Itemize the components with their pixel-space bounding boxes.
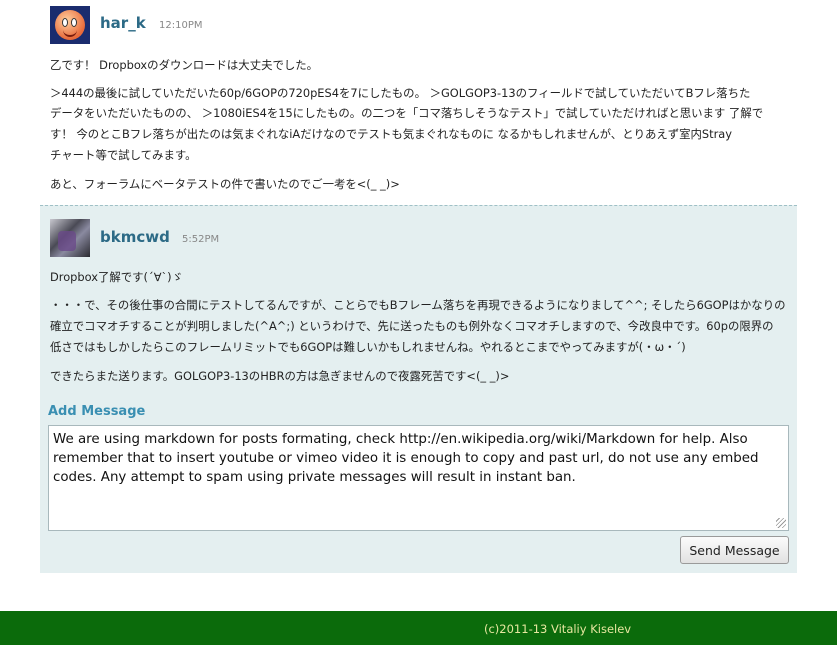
message-text: す！ 今のとこBフレ落ちが出たのは気まぐれなiAだけなのでテストも気まぐれなもの…	[50, 127, 733, 141]
message-bkmcwd: bkmcwd 5:52PM Dropbox了解です(´∀`)ゞ ・・・で、その後…	[40, 205, 797, 398]
resize-grip-icon[interactable]	[776, 518, 786, 528]
smiley-icon	[55, 10, 85, 40]
message-text: ・・・で、その後仕事の合間にテストしてるんですが、ことらでもBフレーム落ちを再現…	[50, 298, 786, 312]
timestamp: 12:10PM	[159, 20, 203, 31]
message-text: ＞444の最後に試していただいた60p/6GOPの720pES4を7にしたもの。…	[50, 86, 751, 100]
message-text: 確立でコマオチすることが判明しました(^A^;) というわけで、先に送ったものも…	[50, 319, 774, 333]
username[interactable]: har_k	[100, 14, 146, 32]
message-text: あと、フォーラムにベータテストの件で書いたのでご一考を<(_ _)>	[50, 177, 400, 191]
message-text: データをいただいたものの、 ＞1080iES4を15にしたもの。の二つを「コマ落…	[50, 106, 764, 120]
message-text: 乙です！ Dropboxのダウンロードは大丈夫でした。	[50, 58, 319, 72]
message-text: 低さではもしかしたらこのフレームリミットでも6GOPは難しいかもしれませんね。や…	[50, 340, 686, 354]
message-text: Dropbox了解です(´∀`)ゞ	[50, 270, 184, 284]
avatar[interactable]	[50, 219, 90, 257]
copyright: (c)2011-13 Vitaliy Kiselev	[484, 622, 632, 636]
add-message-panel: Add Message We are using markdown for po…	[40, 398, 797, 573]
footer: (c)2011-13 Vitaliy Kiselev	[0, 611, 837, 645]
message-text: チャート等で試してみます。	[50, 148, 197, 162]
timestamp: 5:52PM	[182, 234, 220, 245]
avatar[interactable]	[50, 6, 90, 44]
add-message-title: Add Message	[48, 404, 146, 419]
send-message-button[interactable]: Send Message	[680, 536, 789, 564]
message-text: できたらまた送ります。GOLGOP3-13のHBRの方は急ぎませんので夜露死苦で…	[50, 369, 510, 383]
username[interactable]: bkmcwd	[100, 228, 170, 246]
message-input[interactable]: We are using markdown for posts formatin…	[48, 425, 789, 531]
